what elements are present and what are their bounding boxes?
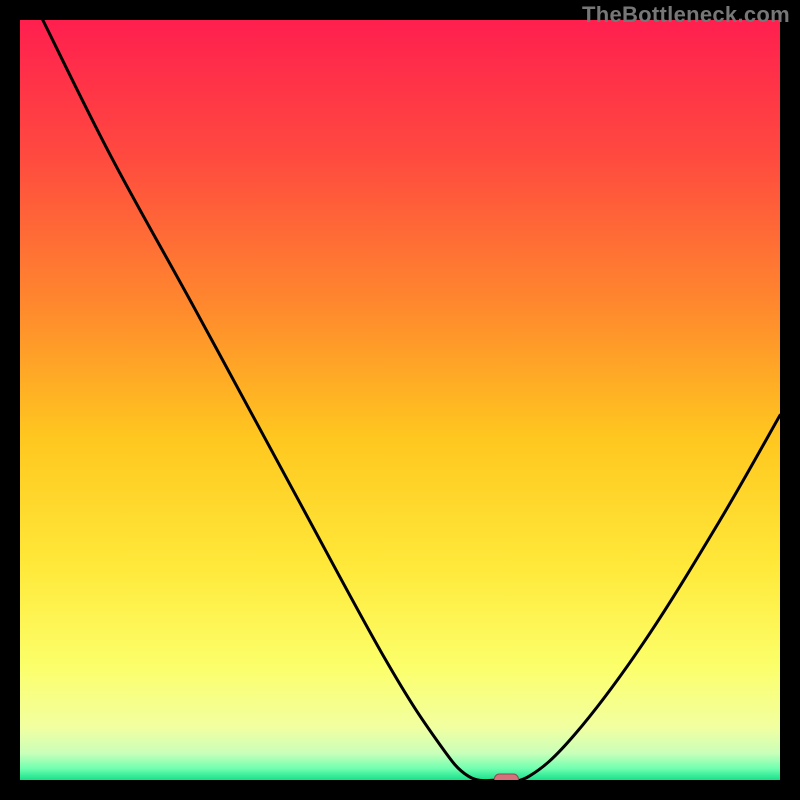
optimal-marker [494,774,518,780]
chart-plot-area [20,20,780,780]
chart-svg [20,20,780,780]
chart-frame: TheBottleneck.com [0,0,800,800]
chart-background [20,20,780,780]
watermark-text: TheBottleneck.com [582,2,790,28]
